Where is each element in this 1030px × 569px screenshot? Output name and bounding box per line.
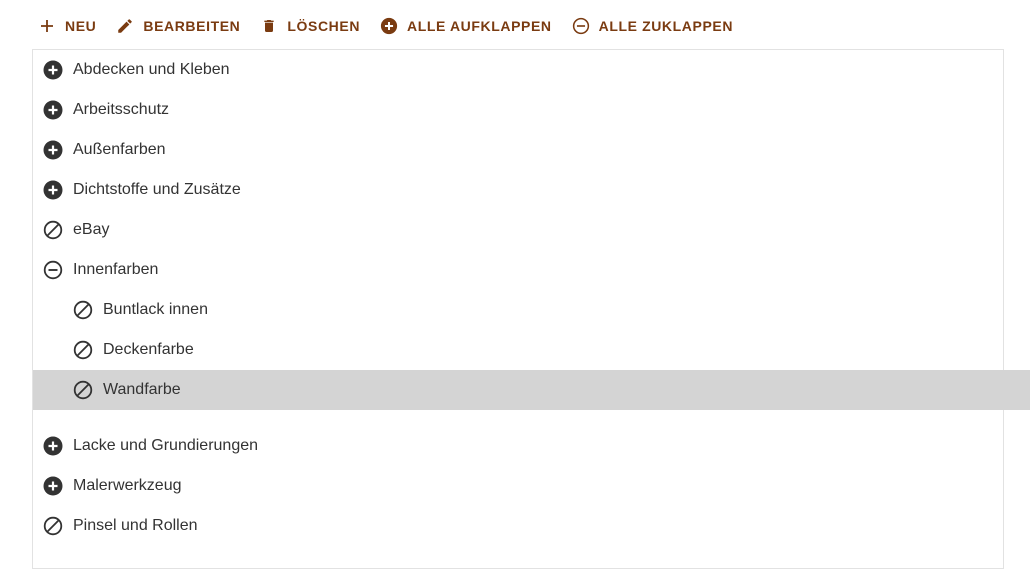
plus-icon <box>38 17 56 35</box>
plus-circle-icon[interactable] <box>43 436 63 456</box>
no-children-icon <box>73 300 93 320</box>
tree-node-child[interactable]: Buntlack innen <box>33 290 1030 330</box>
tree-node-label: Malerwerkzeug <box>73 477 182 494</box>
plus-circle-icon[interactable] <box>43 476 63 496</box>
collapse-all-button-label: ALLE ZUKLAPPEN <box>598 18 734 34</box>
plus-circle-icon <box>380 17 398 35</box>
tree-node-label: eBay <box>73 221 110 238</box>
edit-button-label: BEARBEITEN <box>143 18 241 34</box>
plus-circle-icon[interactable] <box>43 180 63 200</box>
tree-node[interactable]: Außenfarben <box>33 130 1014 170</box>
tree-node[interactable]: Innenfarben <box>33 250 1014 290</box>
tree-node-label: Abdecken und Kleben <box>73 61 230 78</box>
tree-node[interactable]: Arbeitsschutz <box>33 90 1014 130</box>
delete-button-label: LÖSCHEN <box>287 18 361 34</box>
tree-node[interactable]: Abdecken und Kleben <box>33 50 1014 90</box>
tree-node[interactable]: eBay <box>33 210 1014 250</box>
collapse-all-button[interactable]: ALLE ZUKLAPPEN <box>570 10 743 42</box>
expand-all-button-label: ALLE AUFKLAPPEN <box>407 18 552 34</box>
plus-circle-icon[interactable] <box>43 60 63 80</box>
no-children-icon <box>73 380 93 400</box>
tree-node-label: Dichtstoffe und Zusätze <box>73 181 241 198</box>
tree-node-child[interactable]: Deckenfarbe <box>33 330 1030 370</box>
category-tree: Abdecken und Kleben Arbeitsschutz Außenf… <box>32 49 1030 569</box>
tree-node[interactable]: Pinsel und Rollen <box>33 506 1014 546</box>
tree-node-child-selected[interactable]: Wandfarbe <box>33 370 1030 410</box>
no-children-icon <box>43 220 63 240</box>
no-children-icon <box>43 516 63 536</box>
tree-node-label: Wandfarbe <box>103 381 181 398</box>
tree-node-label: Innenfarben <box>73 261 159 278</box>
tree-node[interactable]: Malerwerkzeug <box>33 466 1014 506</box>
plus-circle-icon[interactable] <box>43 100 63 120</box>
tree-node-label: Pinsel und Rollen <box>73 517 198 534</box>
plus-circle-icon[interactable] <box>43 140 63 160</box>
no-children-icon <box>73 340 93 360</box>
tree-node-label: Buntlack innen <box>103 301 208 318</box>
new-button[interactable]: NEU <box>36 10 106 42</box>
trash-icon <box>260 17 278 35</box>
tree-node-label: Lacke und Grundierungen <box>73 437 259 454</box>
new-button-label: NEU <box>65 18 97 34</box>
tree-node-label: Arbeitsschutz <box>73 101 170 118</box>
delete-button[interactable]: LÖSCHEN <box>258 10 370 42</box>
tree-node[interactable]: Lacke und Grundierungen <box>33 426 1014 466</box>
tree-node-label: Deckenfarbe <box>103 341 194 358</box>
minus-circle-outline-icon <box>572 17 590 35</box>
expand-all-button[interactable]: ALLE AUFKLAPPEN <box>378 10 562 42</box>
tree-node[interactable]: Dichtstoffe und Zusätze <box>33 170 1014 210</box>
tree-node-label: Außenfarben <box>73 141 166 158</box>
pencil-icon <box>116 17 134 35</box>
minus-circle-icon[interactable] <box>43 260 63 280</box>
toolbar: NEU BEARBEITEN LÖSCHEN ALLE AUFKLAPPEN A… <box>36 10 751 42</box>
edit-button[interactable]: BEARBEITEN <box>114 10 250 42</box>
